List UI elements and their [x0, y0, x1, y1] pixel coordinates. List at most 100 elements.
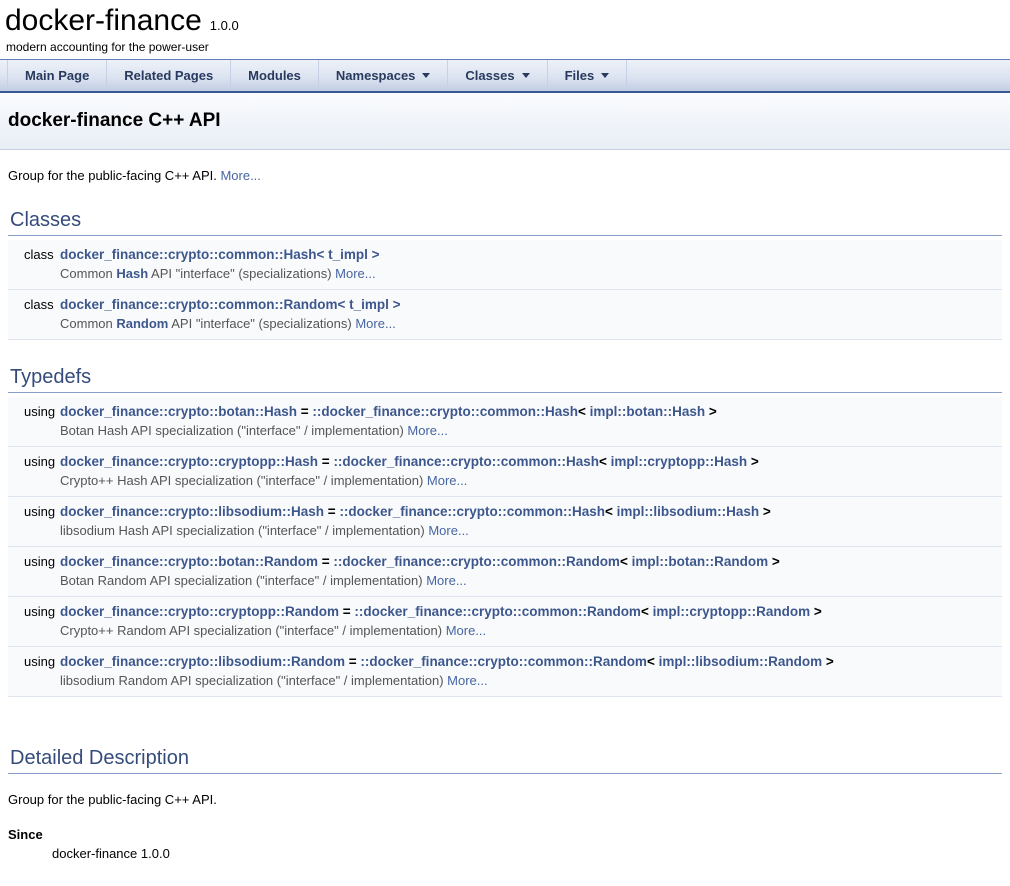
typedef-link[interactable]: docker_finance::crypto::botan::Hash	[60, 404, 297, 419]
more-link[interactable]: More...	[220, 168, 260, 183]
more-link[interactable]: More...	[447, 673, 487, 688]
template-close: >	[810, 604, 822, 619]
equals-sign: =	[345, 654, 360, 669]
tab-classes[interactable]: Classes	[448, 60, 547, 91]
equals-sign: =	[297, 404, 312, 419]
class-link[interactable]: docker_finance::crypto::common::Hash< t_…	[60, 247, 380, 262]
table-row: using docker_finance::crypto::botan::Ran…	[8, 547, 1002, 597]
chevron-down-icon	[422, 73, 430, 78]
tab-namespaces[interactable]: Namespaces	[319, 60, 449, 91]
classes-table: class docker_finance::crypto::common::Ha…	[8, 239, 1002, 340]
more-link[interactable]: More...	[355, 316, 395, 331]
template-close: >	[705, 404, 717, 419]
member-kind: using	[8, 504, 60, 519]
member-description: Crypto++ Random API specialization ("int…	[60, 619, 1002, 638]
table-row: class docker_finance::crypto::common::Ra…	[8, 290, 1002, 340]
equals-sign: =	[324, 504, 339, 519]
template-close: >	[768, 554, 780, 569]
tab-related-pages[interactable]: Related Pages	[107, 60, 231, 91]
contents: Group for the public-facing C++ API. Mor…	[0, 168, 1010, 861]
member-kind: using	[8, 654, 60, 669]
table-row: using docker_finance::crypto::cryptopp::…	[8, 597, 1002, 647]
since-value: docker-finance 1.0.0	[52, 846, 1002, 861]
table-row: using docker_finance::crypto::libsodium:…	[8, 497, 1002, 547]
equals-sign: =	[318, 554, 333, 569]
template-open: <	[620, 554, 632, 569]
target-class-link[interactable]: ::docker_finance::crypto::common::Hash	[312, 404, 578, 419]
impl-class-link[interactable]: impl::botan::Hash	[590, 404, 706, 419]
member-description: libsodium Random API specialization ("in…	[60, 669, 1002, 688]
member-kind: class	[8, 297, 60, 312]
impl-class-link[interactable]: impl::botan::Random	[632, 554, 768, 569]
member-kind: using	[8, 604, 60, 619]
target-class-link[interactable]: ::docker_finance::crypto::common::Hash	[339, 504, 605, 519]
impl-class-link[interactable]: impl::cryptopp::Hash	[611, 454, 748, 469]
template-open: <	[599, 454, 611, 469]
more-link[interactable]: More...	[426, 573, 466, 588]
desc-text: Common	[60, 266, 116, 281]
member-kind: using	[8, 404, 60, 419]
target-class-link[interactable]: ::docker_finance::crypto::common::Random	[354, 604, 641, 619]
tab-files[interactable]: Files	[548, 60, 628, 91]
member-kind: using	[8, 554, 60, 569]
member-description: Common Random API "interface" (specializ…	[60, 312, 1002, 331]
class-link[interactable]: Hash	[116, 266, 148, 281]
typedef-link[interactable]: docker_finance::crypto::botan::Random	[60, 554, 318, 569]
desc-text: Botan Hash API specialization ("interfac…	[60, 423, 407, 438]
tab-label: Related Pages	[124, 68, 213, 83]
typedef-link[interactable]: docker_finance::crypto::cryptopp::Random	[60, 604, 339, 619]
impl-class-link[interactable]: impl::libsodium::Hash	[617, 504, 760, 519]
tab-label: Files	[565, 68, 595, 83]
more-link[interactable]: More...	[335, 266, 375, 281]
class-link[interactable]: docker_finance::crypto::common::Random< …	[60, 297, 401, 312]
desc-text: API "interface" (specializations)	[168, 316, 355, 331]
table-row: class docker_finance::crypto::common::Ha…	[8, 239, 1002, 290]
typedef-link[interactable]: docker_finance::crypto::libsodium::Hash	[60, 504, 324, 519]
target-class-link[interactable]: ::docker_finance::crypto::common::Hash	[333, 454, 599, 469]
chevron-down-icon	[522, 73, 530, 78]
classes-heading: Classes	[8, 209, 1002, 236]
class-link[interactable]: Random	[116, 316, 168, 331]
detailed-paragraph: Group for the public-facing C++ API.	[8, 792, 1002, 807]
equals-sign: =	[318, 454, 333, 469]
member-description: Crypto++ Hash API specialization ("inter…	[60, 469, 1002, 488]
impl-class-link[interactable]: impl::libsodium::Random	[659, 654, 822, 669]
tab-main-page[interactable]: Main Page	[7, 60, 107, 91]
table-row: using docker_finance::crypto::cryptopp::…	[8, 447, 1002, 497]
desc-text: Crypto++ Hash API specialization ("inter…	[60, 473, 427, 488]
desc-text: libsodium Hash API specialization ("inte…	[60, 523, 428, 538]
more-link[interactable]: More...	[446, 623, 486, 638]
tab-modules[interactable]: Modules	[231, 60, 319, 91]
page-header: docker-finance C++ API	[0, 93, 1010, 150]
more-link[interactable]: More...	[427, 473, 467, 488]
impl-class-link[interactable]: impl::cryptopp::Random	[653, 604, 811, 619]
member-description: Common Hash API "interface" (specializat…	[60, 262, 1002, 281]
project-version: 1.0.0	[210, 18, 239, 33]
typedefs-heading: Typedefs	[8, 366, 1002, 393]
member-description: Botan Hash API specialization ("interfac…	[60, 419, 1002, 438]
chevron-down-icon	[601, 73, 609, 78]
equals-sign: =	[339, 604, 354, 619]
template-open: <	[578, 404, 590, 419]
typedef-link[interactable]: docker_finance::crypto::libsodium::Rando…	[60, 654, 345, 669]
project-name: docker-finance	[5, 4, 202, 38]
tab-label: Namespaces	[336, 68, 416, 83]
target-class-link[interactable]: ::docker_finance::crypto::common::Random	[333, 554, 620, 569]
since-block: Since docker-finance 1.0.0	[8, 827, 1002, 861]
tab-label: Main Page	[25, 68, 89, 83]
desc-text: API "interface" (specializations)	[148, 266, 335, 281]
typedefs-table: using docker_finance::crypto::botan::Has…	[8, 396, 1002, 697]
more-link[interactable]: More...	[428, 523, 468, 538]
nav-tabbar: Main Page Related Pages Modules Namespac…	[0, 59, 1010, 93]
template-open: <	[647, 654, 659, 669]
intro-paragraph: Group for the public-facing C++ API. Mor…	[8, 168, 1002, 183]
desc-text: Crypto++ Random API specialization ("int…	[60, 623, 446, 638]
template-close: >	[759, 504, 771, 519]
target-class-link[interactable]: ::docker_finance::crypto::common::Random	[360, 654, 647, 669]
template-close: >	[747, 454, 759, 469]
template-open: <	[641, 604, 653, 619]
desc-text: Common	[60, 316, 116, 331]
more-link[interactable]: More...	[407, 423, 447, 438]
typedef-link[interactable]: docker_finance::crypto::cryptopp::Hash	[60, 454, 318, 469]
tab-label: Classes	[465, 68, 514, 83]
